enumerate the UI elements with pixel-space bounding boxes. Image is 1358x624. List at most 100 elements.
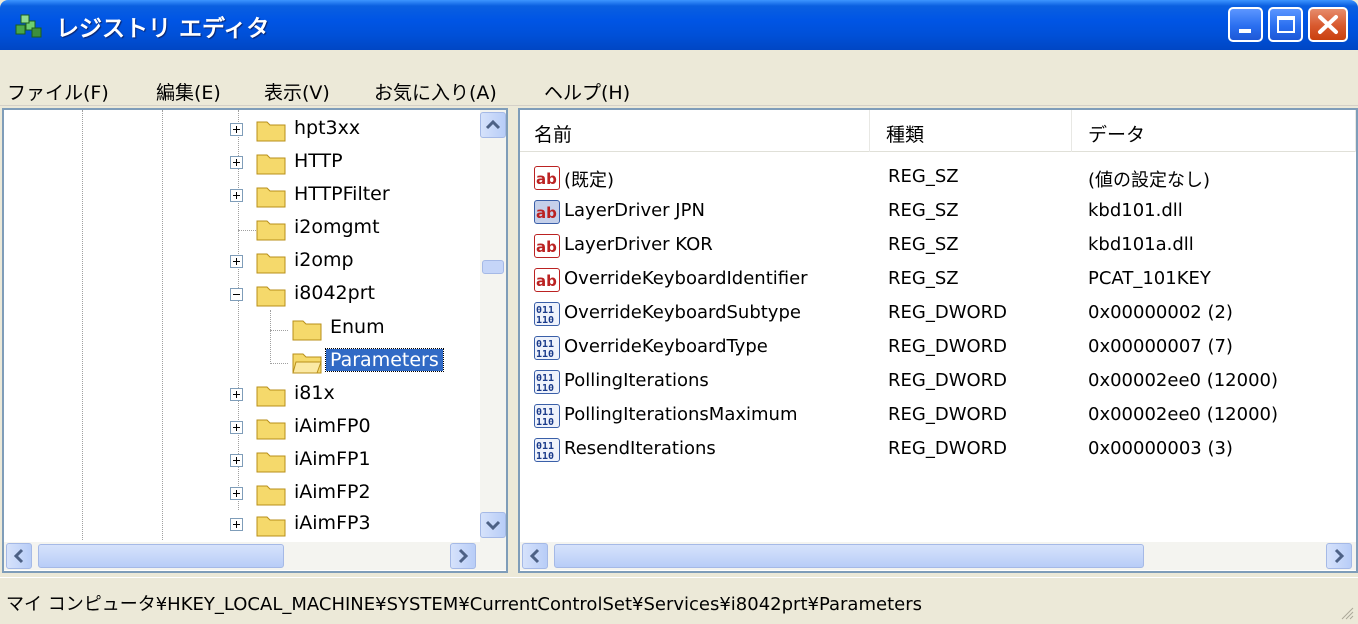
pane-splitter[interactable] <box>508 108 518 573</box>
value-name: OverrideKeyboardIdentifier <box>564 268 808 289</box>
scroll-up-button[interactable] <box>480 112 506 138</box>
menu-view[interactable]: 表示(V) <box>264 78 330 105</box>
value-name: ResendIterations <box>564 438 716 459</box>
value-name: PollingIterations <box>564 370 709 391</box>
tree-item[interactable]: Enum <box>4 313 474 345</box>
expand-plus-icon[interactable] <box>230 487 243 500</box>
title-bar[interactable]: レジストリ エディタ <box>0 0 1358 50</box>
list-horizontal-scrollbar[interactable] <box>520 542 1356 570</box>
menu-bar: ファイル(F) 編集(E) 表示(V) お気に入り(A) ヘルプ(H) <box>0 50 1358 106</box>
expand-plus-icon[interactable] <box>230 518 243 531</box>
value-row[interactable]: 011 110 PollingIterationsMaximum REG_DWOR… <box>520 400 1356 434</box>
values-list-pane[interactable]: 名前 種類 データ ab (既定) REG_SZ (値の設定なし) ab Lay… <box>518 108 1358 573</box>
maximize-icon <box>1277 16 1295 33</box>
status-bar: マイ コンピュータ¥HKEY_LOCAL_MACHINE¥SYSTEM¥Curr… <box>0 577 1358 624</box>
value-data: 0x00002ee0 (12000) <box>1088 370 1278 391</box>
key-tree-pane[interactable]: hpt3xx HTTP HTTPFilter i2omgmt i2omp i80… <box>2 108 508 573</box>
binary-value-icon: 011 110 <box>534 404 560 428</box>
menu-file[interactable]: ファイル(F) <box>7 78 109 105</box>
value-name: PollingIterationsMaximum <box>564 404 798 425</box>
tree-item-label: i81x <box>294 382 335 404</box>
value-row[interactable]: ab (既定) REG_SZ (値の設定なし) <box>520 162 1356 196</box>
column-header-name[interactable]: 名前 <box>520 110 870 152</box>
value-type: REG_SZ <box>888 268 959 289</box>
tree-item-label: HTTP <box>294 150 343 172</box>
expand-plus-icon[interactable] <box>230 255 243 268</box>
menu-edit[interactable]: 編集(E) <box>156 78 221 105</box>
scroll-right-button[interactable] <box>1326 543 1352 569</box>
expand-plus-icon[interactable] <box>230 156 243 169</box>
minimize-button[interactable] <box>1228 7 1263 42</box>
value-row[interactable]: ab OverrideKeyboardIdentifier REG_SZ PCA… <box>520 264 1356 298</box>
tree-item[interactable]: i2omgmt <box>4 213 474 245</box>
tree-item-selected[interactable]: Parameters <box>4 346 474 378</box>
maximize-button[interactable] <box>1268 7 1303 42</box>
tree-item[interactable]: iAimFP0 <box>4 412 474 444</box>
tree-vertical-scrollbar[interactable] <box>480 110 506 542</box>
scroll-right-button[interactable] <box>450 543 476 569</box>
tree-horizontal-scrollbar[interactable] <box>4 542 506 570</box>
column-header-type[interactable]: 種類 <box>872 110 1072 152</box>
resize-grip-icon[interactable] <box>1338 604 1354 620</box>
scroll-thumb[interactable] <box>38 544 284 568</box>
value-type: REG_SZ <box>888 200 959 221</box>
expand-plus-icon[interactable] <box>230 189 243 202</box>
value-data: 0x00000003 (3) <box>1088 438 1233 459</box>
expand-plus-icon[interactable] <box>230 123 243 136</box>
expand-plus-icon[interactable] <box>230 454 243 467</box>
tree-item-label: HTTPFilter <box>294 183 390 205</box>
value-type: REG_DWORD <box>888 302 1008 323</box>
tree-item-label: iAimFP0 <box>294 415 371 437</box>
value-row[interactable]: 011 110 PollingIterations REG_DWORD 0x000… <box>520 366 1356 400</box>
scroll-left-button[interactable] <box>522 543 548 569</box>
tree-item[interactable]: HTTP <box>4 147 474 179</box>
menu-favorites[interactable]: お気に入り(A) <box>374 78 497 105</box>
scroll-thumb[interactable] <box>554 544 1144 568</box>
tree-item[interactable]: i2omp <box>4 246 474 278</box>
chevron-up-icon <box>485 119 501 130</box>
menu-help[interactable]: ヘルプ(H) <box>544 78 630 105</box>
window-title: レジストリ エディタ <box>56 16 270 42</box>
tree-item[interactable]: iAimFP1 <box>4 445 474 477</box>
value-type: REG_SZ <box>888 166 959 187</box>
tree-item-label: Enum <box>330 316 385 338</box>
folder-icon <box>256 220 286 241</box>
value-name: (既定) <box>564 170 615 191</box>
collapse-minus-icon[interactable] <box>230 288 243 301</box>
column-header-data[interactable]: データ <box>1074 110 1356 152</box>
scroll-left-button[interactable] <box>6 543 32 569</box>
folder-icon <box>256 452 286 473</box>
open-folder-icon <box>292 353 322 374</box>
expand-plus-icon[interactable] <box>230 388 243 401</box>
expand-plus-icon[interactable] <box>230 421 243 434</box>
folder-icon <box>256 485 286 506</box>
value-type: REG_DWORD <box>888 404 1008 425</box>
close-button[interactable] <box>1308 7 1348 42</box>
value-data: PCAT_101KEY <box>1088 268 1211 289</box>
value-row[interactable]: ab LayerDriver JPN REG_SZ kbd101.dll <box>520 196 1356 230</box>
value-row[interactable]: 011 110 OverrideKeyboardType REG_DWORD 0x… <box>520 332 1356 366</box>
value-data: 0x00002ee0 (12000) <box>1088 404 1278 425</box>
folder-icon <box>256 516 286 537</box>
tree-item[interactable]: iAimFP2 <box>4 478 474 510</box>
chevron-left-icon <box>13 548 24 564</box>
folder-icon <box>292 320 322 341</box>
value-row[interactable]: ab LayerDriver KOR REG_SZ kbd101a.dll <box>520 230 1356 264</box>
svg-text:ab: ab <box>536 204 557 222</box>
tree-item[interactable]: HTTPFilter <box>4 180 474 212</box>
svg-text:110: 110 <box>536 451 554 461</box>
svg-text:ab: ab <box>536 170 557 188</box>
scroll-down-button[interactable] <box>480 512 506 538</box>
value-data: kbd101.dll <box>1088 200 1183 221</box>
regedit-app-icon[interactable] <box>14 11 44 39</box>
svg-text:110: 110 <box>536 417 554 427</box>
chevron-right-icon <box>458 548 469 564</box>
folder-icon <box>256 154 286 175</box>
value-row[interactable]: 011 110 ResendIterations REG_DWORD 0x0000… <box>520 434 1356 468</box>
scroll-thumb[interactable] <box>482 260 504 274</box>
value-row[interactable]: 011 110 OverrideKeyboardSubtype REG_DWORD… <box>520 298 1356 332</box>
tree-item[interactable]: iAimFP3 <box>4 509 474 541</box>
tree-item[interactable]: i8042prt <box>4 279 474 311</box>
tree-item[interactable]: hpt3xx <box>4 114 474 146</box>
tree-item[interactable]: i81x <box>4 379 474 411</box>
